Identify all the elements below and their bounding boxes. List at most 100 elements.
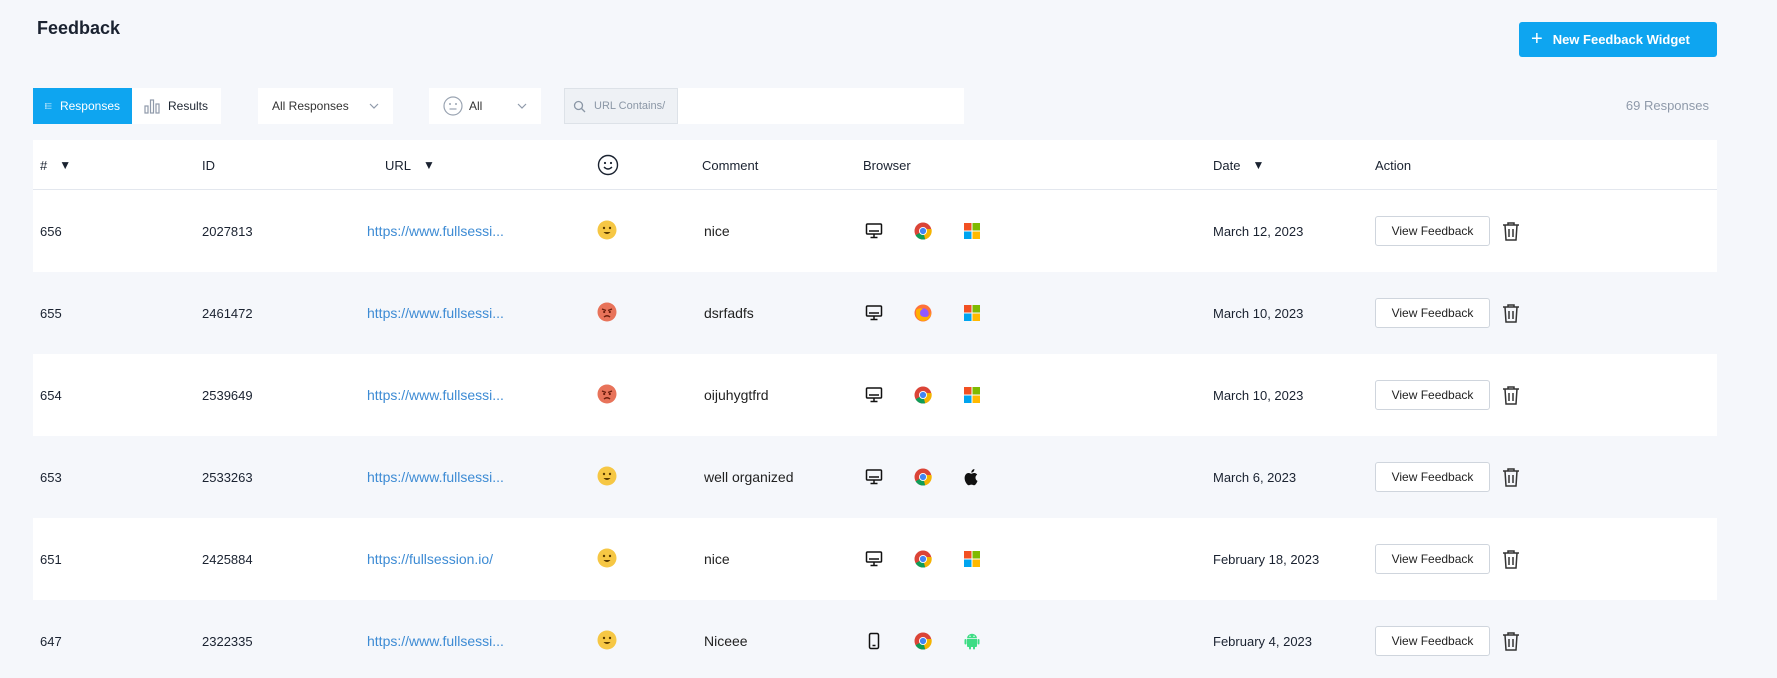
row-comment: oijuhygtfrd [704, 387, 769, 403]
row-sentiment [597, 600, 617, 678]
view-feedback-button[interactable]: View Feedback [1375, 462, 1490, 492]
trash-icon[interactable] [1502, 549, 1520, 569]
column-header-action-label: Action [1375, 157, 1412, 173]
row-action: View Feedback [1375, 436, 1520, 518]
row-sentiment [597, 518, 617, 600]
view-feedback-button[interactable]: View Feedback [1375, 544, 1490, 574]
view-feedback-button[interactable]: View Feedback [1375, 298, 1490, 328]
responses-filter-value: All Responses [272, 99, 349, 113]
row-id: 2539649 [202, 387, 253, 403]
chevron-down-icon [517, 103, 527, 109]
desktop-icon [865, 469, 883, 485]
row-sentiment [597, 354, 617, 436]
row-num: 655 [40, 305, 62, 321]
column-header-action: Action [1375, 140, 1411, 190]
smiley-icon [597, 154, 619, 176]
view-feedback-button[interactable]: View Feedback [1375, 380, 1490, 410]
row-action: View Feedback [1375, 600, 1520, 678]
table-header: # ▼ ID URL ▼ Comment Browser Date ▼ Action [33, 140, 1717, 190]
bar-chart-icon [144, 99, 160, 114]
view-feedback-button[interactable]: View Feedback [1375, 626, 1490, 656]
toolbar: Responses Results All Responses All URL … [0, 88, 1777, 124]
column-header-comment-label: Comment [702, 157, 759, 173]
column-header-id: ID [202, 140, 215, 190]
row-url-link[interactable]: https://www.fullsessi... [367, 600, 504, 678]
angry-face-icon [597, 302, 617, 321]
row-date: March 12, 2023 [1213, 223, 1304, 239]
row-num: 656 [40, 223, 62, 239]
tab-responses[interactable]: Responses [33, 88, 132, 124]
column-header-date-label: Date [1213, 157, 1241, 173]
chrome-icon [914, 550, 932, 568]
sentiment-filter-dropdown[interactable]: All [429, 88, 541, 124]
mobile-icon [868, 632, 880, 650]
table-row: 651 2425884 https://fullsession.io/ nice… [33, 518, 1717, 600]
table-row: 653 2533263 https://www.fullsessi... wel… [33, 436, 1717, 518]
url-search-label: URL Contains/ [564, 88, 678, 124]
row-id: 2425884 [202, 551, 253, 567]
sort-down-icon: ▼ [423, 158, 435, 172]
chrome-icon [914, 632, 932, 650]
url-search-input[interactable] [678, 88, 964, 124]
column-header-browser-label: Browser [863, 157, 911, 173]
row-browser [861, 272, 985, 354]
windows-icon [964, 387, 980, 403]
happy-face-icon [597, 548, 617, 567]
row-date: March 10, 2023 [1213, 305, 1304, 321]
column-header-url[interactable]: URL ▼ [385, 140, 435, 190]
row-url-link[interactable]: https://www.fullsessi... [367, 436, 504, 518]
windows-icon [964, 551, 980, 567]
happy-face-icon [597, 220, 617, 239]
row-browser [861, 190, 985, 272]
trash-icon[interactable] [1502, 385, 1520, 405]
sentiment-filter-content: All [443, 96, 482, 116]
happy-face-icon [597, 630, 617, 649]
column-header-num-label: # [40, 157, 48, 173]
view-feedback-button[interactable]: View Feedback [1375, 216, 1490, 246]
row-browser [861, 518, 985, 600]
tab-results[interactable]: Results [132, 88, 221, 124]
row-num: 647 [40, 633, 62, 649]
apple-icon [964, 469, 978, 486]
feedback-table: # ▼ ID URL ▼ Comment Browser Date ▼ Action … [33, 140, 1717, 678]
row-url-link[interactable]: https://www.fullsessi... [367, 272, 504, 354]
column-header-id-label: ID [202, 157, 215, 173]
trash-icon[interactable] [1502, 303, 1520, 323]
new-feedback-widget-label: New Feedback Widget [1552, 32, 1690, 47]
trash-icon[interactable] [1502, 221, 1520, 241]
chrome-icon [914, 386, 932, 404]
desktop-icon [865, 551, 883, 567]
url-search: URL Contains/ [564, 88, 964, 124]
row-browser [861, 436, 985, 518]
new-feedback-widget-button[interactable]: + New Feedback Widget [1519, 22, 1717, 57]
view-toggle: Responses Results [33, 88, 221, 124]
trash-icon[interactable] [1502, 631, 1520, 651]
row-comment: nice [704, 223, 730, 239]
response-count: 69 Responses [1625, 98, 1709, 113]
row-comment: well organized [704, 469, 794, 485]
row-num: 651 [40, 551, 62, 567]
column-header-comment: Comment [702, 140, 758, 190]
row-id: 2322335 [202, 633, 253, 649]
list-icon [45, 103, 52, 109]
chevron-down-icon [369, 103, 379, 109]
row-id: 2533263 [202, 469, 253, 485]
row-url-link[interactable]: https://www.fullsessi... [367, 190, 504, 272]
row-url-link[interactable]: https://www.fullsessi... [367, 354, 504, 436]
row-num: 653 [40, 469, 62, 485]
column-header-url-label: URL [385, 157, 412, 173]
row-sentiment [597, 272, 617, 354]
column-header-num[interactable]: # ▼ [40, 140, 71, 190]
plus-icon: + [1531, 27, 1543, 50]
row-date: February 18, 2023 [1213, 551, 1320, 567]
column-header-date[interactable]: Date ▼ [1213, 140, 1264, 190]
responses-filter-dropdown[interactable]: All Responses [258, 88, 393, 124]
table-row: 656 2027813 https://www.fullsessi... nic… [33, 190, 1717, 272]
table-row: 647 2322335 https://www.fullsessi... Nic… [33, 600, 1717, 678]
row-url-link[interactable]: https://fullsession.io/ [367, 518, 493, 600]
chrome-icon [914, 468, 932, 486]
happy-face-icon [597, 466, 617, 485]
trash-icon[interactable] [1502, 467, 1520, 487]
table-row: 655 2461472 https://www.fullsessi... dsr… [33, 272, 1717, 354]
row-action: View Feedback [1375, 190, 1520, 272]
